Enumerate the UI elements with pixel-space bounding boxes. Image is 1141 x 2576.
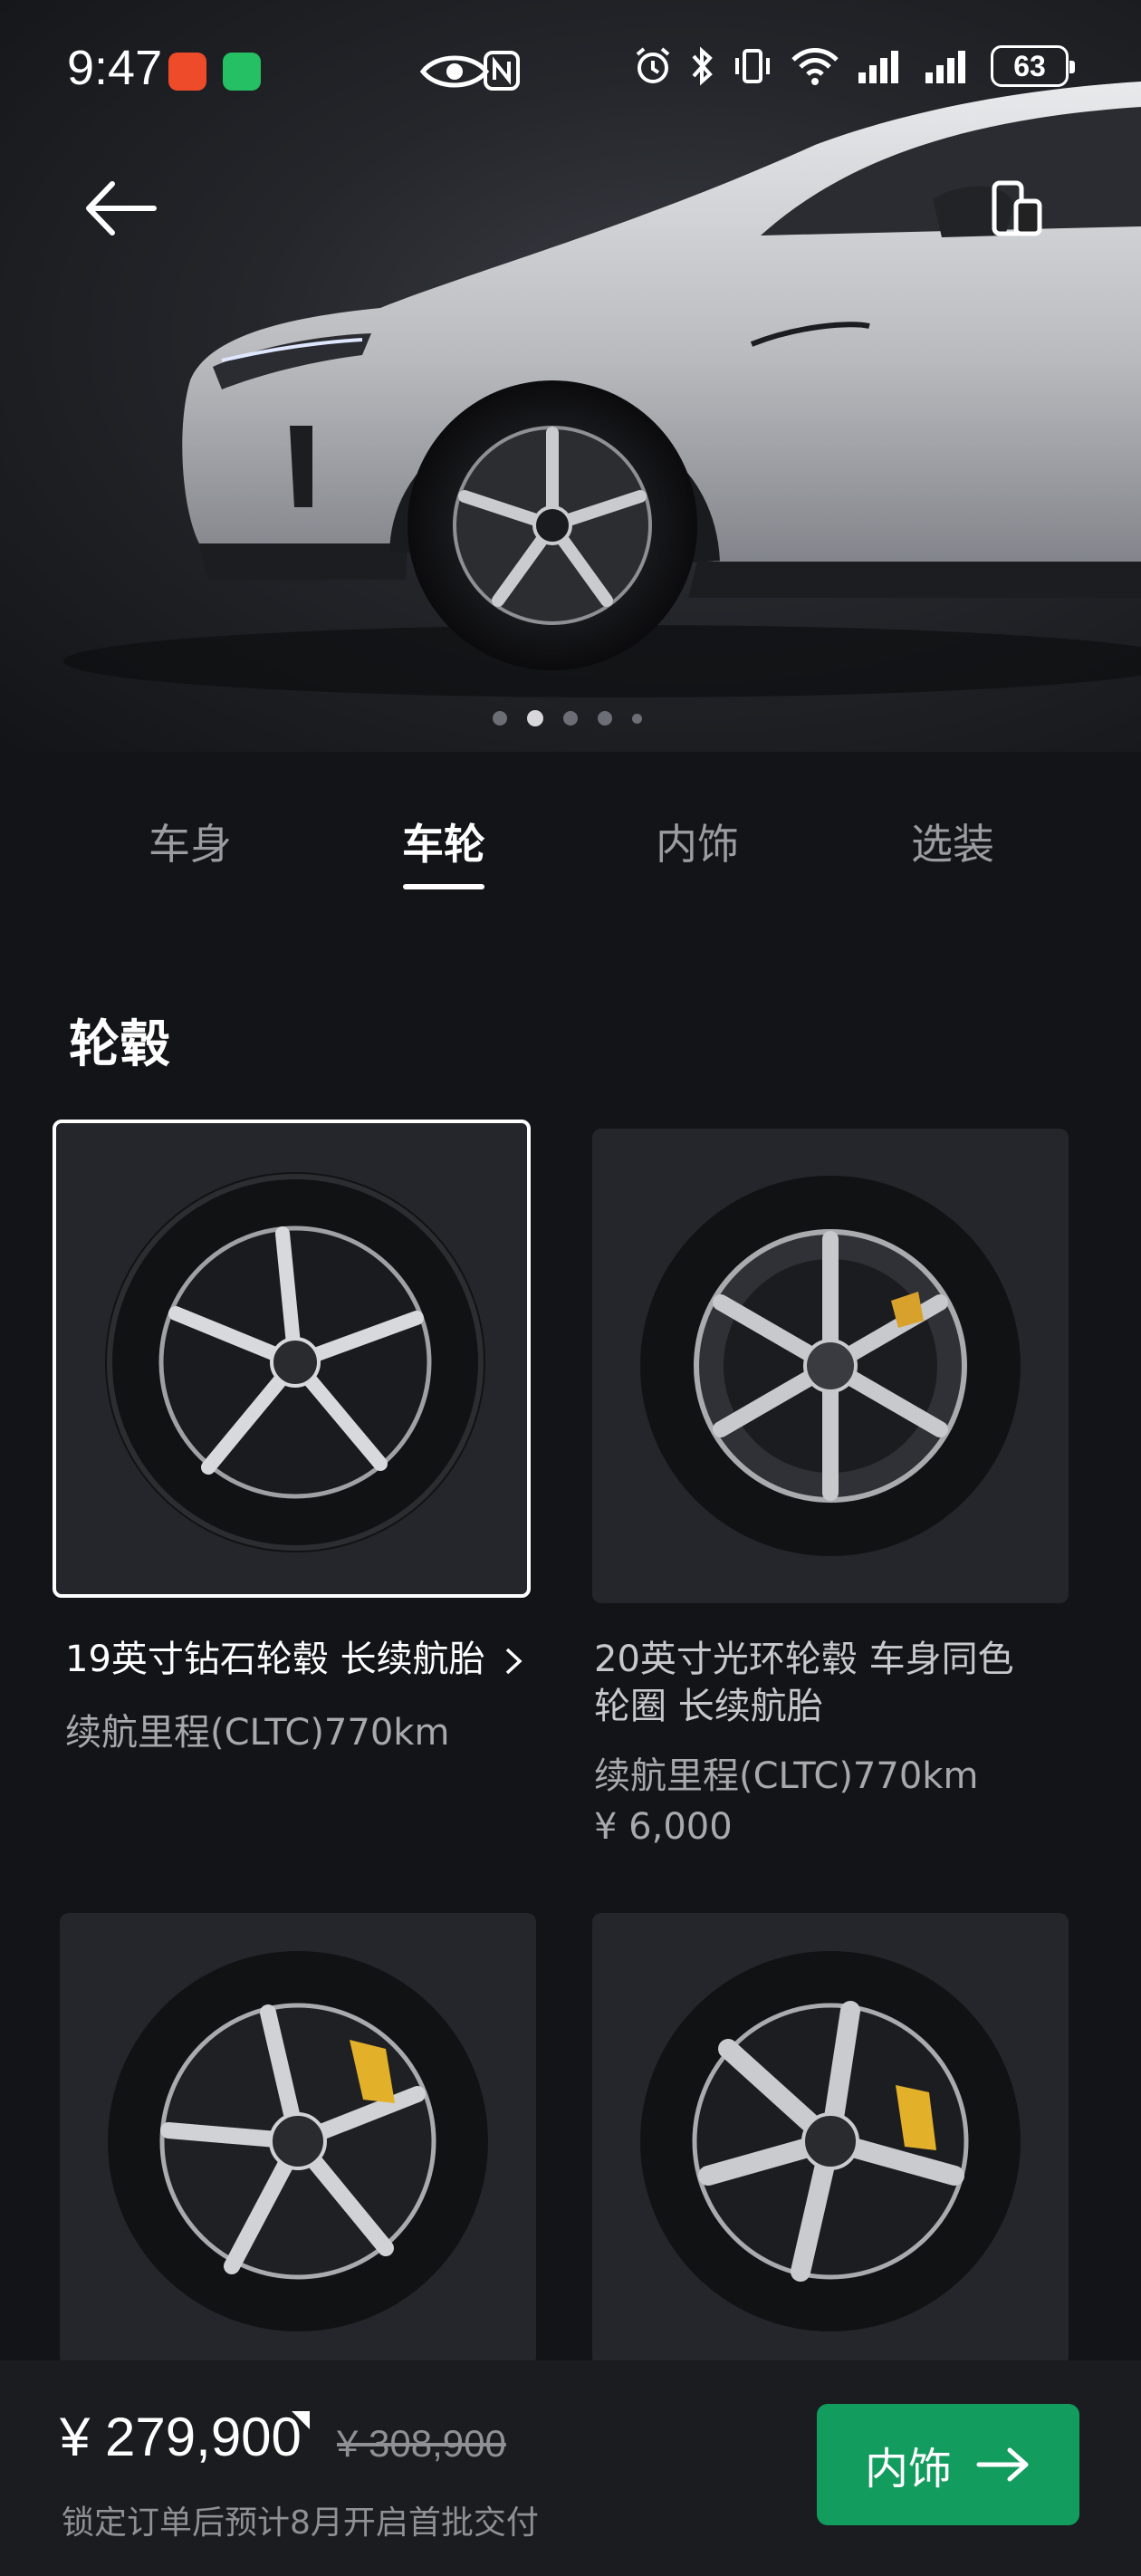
nfc-icon <box>484 51 520 91</box>
carousel-indicator <box>493 710 642 726</box>
wheel-option-title[interactable]: 19英寸钻石轮毂 长续航胎 <box>65 1636 523 1683</box>
carousel-dot[interactable] <box>493 711 507 726</box>
original-price: ¥ 308,900 <box>337 2422 506 2465</box>
battery-indicator: 63 <box>991 45 1075 87</box>
wheel-option-range: 续航里程(CLTC)770km <box>65 1712 450 1754</box>
next-step-label: 内饰 <box>864 2444 952 2494</box>
wheel-option-card[interactable] <box>592 1129 1069 1603</box>
wheel-image <box>640 1951 1021 2331</box>
bluetooth-icon <box>692 46 713 86</box>
vibrate-icon <box>735 49 770 83</box>
carousel-dot[interactable] <box>598 711 612 726</box>
back-button[interactable] <box>82 177 163 240</box>
status-bar: 9:47 63 <box>0 0 1141 145</box>
wifi-icon <box>791 48 839 85</box>
tab-body[interactable]: 车身 <box>100 812 281 871</box>
stocks-app-icon <box>168 53 206 91</box>
config-tabs: 车身 车轮 内饰 选装 <box>0 797 1141 897</box>
wheel-image <box>108 1951 488 2331</box>
tab-options[interactable]: 选装 <box>862 812 1043 871</box>
wheel-option-card[interactable] <box>60 1913 536 2366</box>
carousel-dot-active[interactable] <box>527 710 543 726</box>
arrow-left-icon <box>86 181 157 235</box>
wheel-option-title-line1[interactable]: 20英寸光环轮毂 车身同色 <box>594 1636 1014 1683</box>
bottom-bar: ¥ 279,900 ¥ 308,900 锁定订单后预计8月开启首批交付 内饰 <box>0 2360 1141 2576</box>
wechat-app-icon <box>223 53 261 91</box>
wheel-image <box>105 1172 485 1552</box>
device-switch-button[interactable] <box>985 178 1049 241</box>
status-icons: 63 <box>632 45 1075 87</box>
status-time: 9:47 <box>67 41 163 95</box>
phone-tablet-icon <box>992 180 1042 236</box>
wheel-option-title-text: 19英寸钻石轮毂 长续航胎 <box>65 1639 485 1680</box>
arrow-right-icon <box>976 2447 1029 2482</box>
tab-wheels[interactable]: 车轮 <box>353 812 534 871</box>
wheel-option-price: ¥ 6,000 <box>594 1806 733 1848</box>
chevron-right-icon <box>506 1648 523 1675</box>
price-detail-icon[interactable] <box>292 2411 310 2429</box>
wheel-option-range: 续航里程(CLTC)770km <box>594 1755 979 1797</box>
next-step-button[interactable]: 内饰 <box>817 2404 1079 2525</box>
tab-active-indicator <box>403 884 484 889</box>
signal-icon <box>925 51 965 83</box>
carousel-dot[interactable] <box>563 711 578 726</box>
wheel-image <box>640 1176 1021 1556</box>
section-title: 轮毂 <box>69 1015 170 1074</box>
battery-level: 63 <box>1013 49 1046 82</box>
tab-interior[interactable]: 内饰 <box>607 812 788 871</box>
wheel-option-card[interactable] <box>592 1913 1069 2366</box>
signal-icon <box>858 51 898 83</box>
wheel-option-card[interactable] <box>53 1120 531 1598</box>
carousel-dot[interactable] <box>632 713 642 724</box>
alarm-icon <box>636 47 670 83</box>
delivery-note: 锁定订单后预计8月开启首批交付 <box>62 2504 539 2542</box>
wheel-option-title-line2[interactable]: 轮圈 长续航胎 <box>594 1683 823 1730</box>
current-price: ¥ 279,900 <box>60 2407 302 2467</box>
